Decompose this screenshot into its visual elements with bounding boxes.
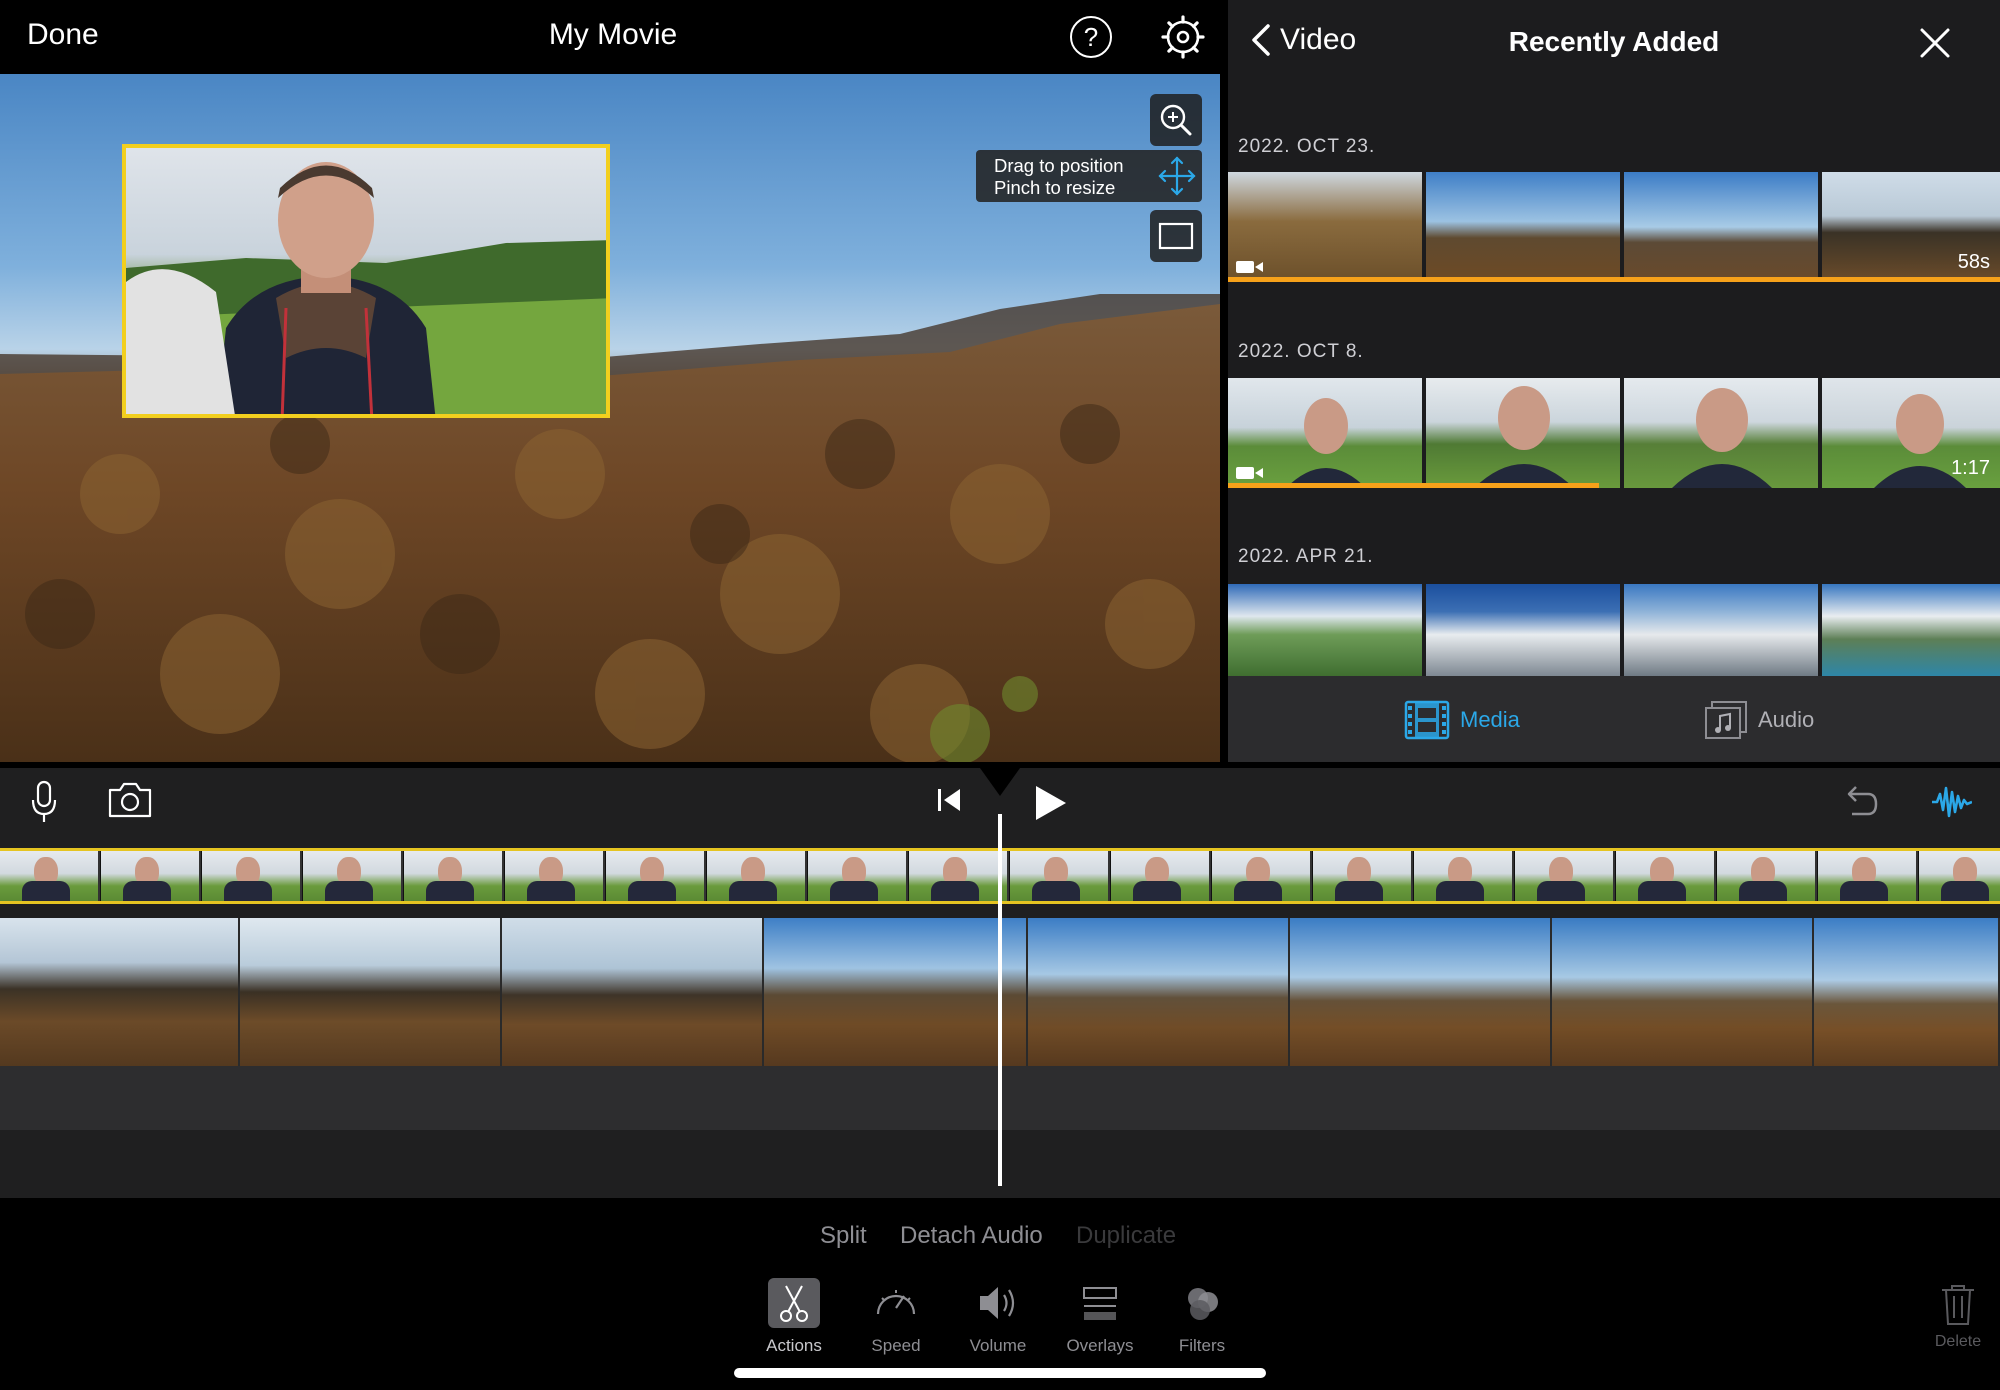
skip-to-start-icon[interactable] xyxy=(936,786,962,819)
date-header: 2022. OCT 23. xyxy=(1238,136,1376,157)
delete-label: Delete xyxy=(1934,1333,1982,1350)
audio-waveform-icon[interactable] xyxy=(1932,782,1973,827)
scissors-icon xyxy=(768,1278,820,1328)
filters-tool[interactable]: Filters xyxy=(1152,1278,1252,1356)
overlays-icon xyxy=(1074,1278,1126,1328)
volume-tool[interactable]: Volume xyxy=(948,1278,1048,1356)
overlays-tool[interactable]: Overlays xyxy=(1050,1278,1150,1356)
tab-audio-label: Audio xyxy=(1758,707,1815,732)
hint-drag-text: Drag to position xyxy=(994,155,1124,176)
picture-in-picture-clip[interactable] xyxy=(122,144,610,418)
media-panel-title: Recently Added xyxy=(1508,26,1720,57)
fullscreen-frame-icon[interactable] xyxy=(1150,210,1202,262)
action-options: Split Detach Audio Duplicate xyxy=(0,1222,2000,1272)
detach-audio-button[interactable]: Detach Audio xyxy=(900,1222,1043,1250)
video-clip-oct23[interactable]: 58s xyxy=(1228,172,2000,282)
playhead[interactable] xyxy=(998,814,1002,1186)
film-strip-icon xyxy=(1404,700,1450,740)
microphone-icon[interactable] xyxy=(30,780,58,829)
home-indicator[interactable] xyxy=(734,1368,1266,1378)
clip-faces xyxy=(1286,386,1966,488)
clip-usage-bar xyxy=(1228,483,1599,488)
actions-tool-label: Actions xyxy=(766,1336,822,1355)
tab-audio[interactable]: Audio xyxy=(1704,700,1814,740)
video-camera-icon xyxy=(1236,467,1263,479)
date-header: 2022. OCT 8. xyxy=(1238,341,1364,362)
help-icon[interactable]: ? xyxy=(1070,16,1112,58)
actions-tool[interactable]: Actions xyxy=(744,1278,844,1356)
duplicate-button[interactable]: Duplicate xyxy=(1076,1222,1176,1250)
tab-media-label: Media xyxy=(1460,707,1520,732)
speed-tool[interactable]: Speed xyxy=(846,1278,946,1356)
clip-usage-bar xyxy=(1228,277,2000,282)
music-note-icon xyxy=(1705,701,1747,739)
volume-tool-label: Volume xyxy=(969,1336,1027,1355)
hint-pinch-text: Pinch to resize xyxy=(994,177,1116,198)
video-clip-oct8[interactable]: 1:17 xyxy=(1228,378,2000,488)
close-icon[interactable] xyxy=(1918,26,1952,60)
playhead-marker xyxy=(980,768,1020,796)
zoom-icon[interactable] xyxy=(1150,94,1202,146)
video-clip-apr21[interactable] xyxy=(1228,584,2000,676)
media-browser-panel: Video Recently Added 2022. OCT 23. 58s 2… xyxy=(1228,0,2000,762)
speaker-icon xyxy=(972,1278,1024,1328)
trash-icon xyxy=(1942,1285,1974,1325)
camera-icon[interactable] xyxy=(106,782,154,823)
person-figure xyxy=(216,162,436,414)
tab-media[interactable]: Media xyxy=(1404,700,1520,740)
delete-button[interactable]: Delete xyxy=(1908,1282,2000,1351)
split-button[interactable]: Split xyxy=(820,1222,867,1250)
settings-gear-icon[interactable] xyxy=(1160,14,1206,60)
overlays-tool-label: Overlays xyxy=(1066,1336,1134,1355)
top-bar: Done My Movie ? xyxy=(0,0,1220,74)
clip-tools-bar: Actions Speed Volume Overlays Filters De… xyxy=(0,1272,2000,1372)
clip-duration: 58s xyxy=(1957,251,1990,273)
media-audio-tabs: Media Audio xyxy=(1228,676,2000,762)
video-camera-icon xyxy=(1236,261,1263,273)
movie-title: My Movie xyxy=(548,18,678,51)
speedometer-icon xyxy=(870,1278,922,1328)
filters-tool-label: Filters xyxy=(1178,1336,1226,1355)
date-header: 2022. APR 21. xyxy=(1238,546,1374,567)
undo-icon[interactable] xyxy=(1840,782,1880,827)
move-arrows-icon[interactable] xyxy=(1158,154,1196,198)
speed-tool-label: Speed xyxy=(871,1336,921,1355)
filters-icon xyxy=(1176,1278,1228,1328)
clip-duration: 1:17 xyxy=(1951,457,1990,479)
video-viewer[interactable]: Drag to position Pinch to resize xyxy=(0,74,1220,762)
play-icon[interactable] xyxy=(1034,784,1068,827)
media-panel-header: Video Recently Added xyxy=(1228,0,2000,86)
